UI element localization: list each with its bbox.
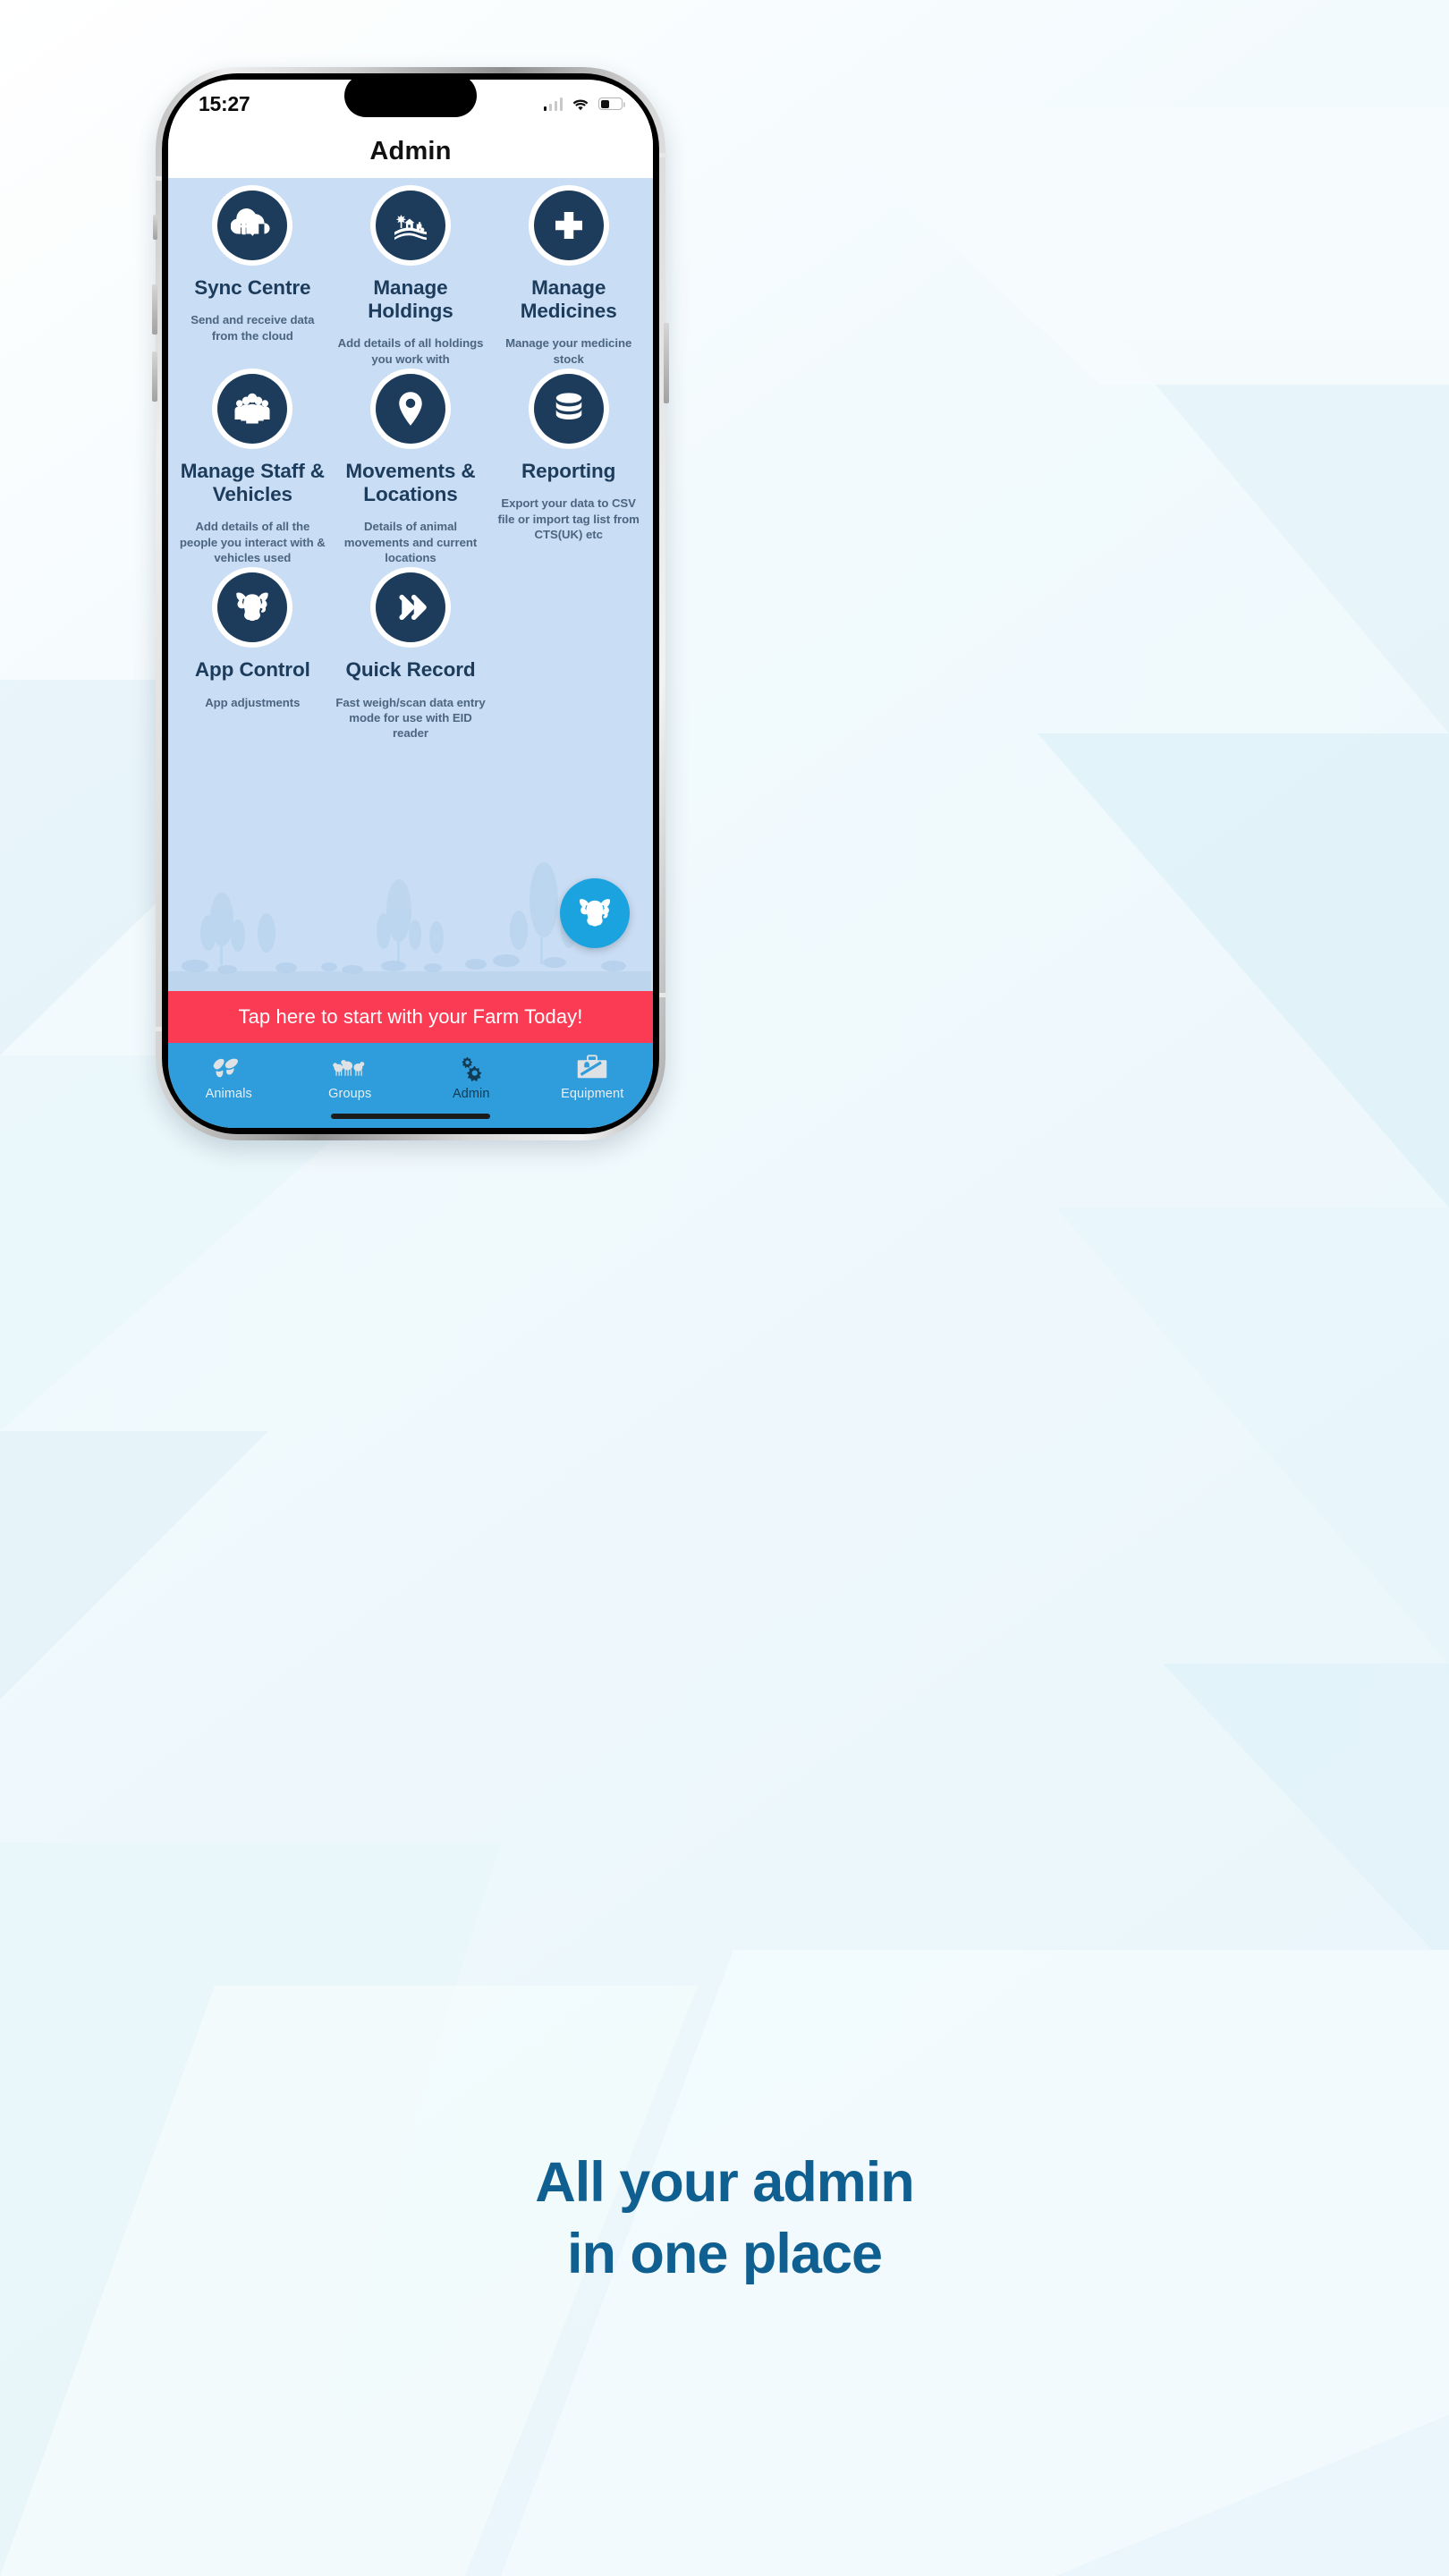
tab-admin[interactable]: Admin [411, 1055, 532, 1101]
cellular-bars-icon [543, 97, 563, 111]
status-bar-time: 15:27 [199, 91, 250, 115]
volume-up-button[interactable] [152, 284, 157, 335]
tile-subtitle: Add details of all holdings you work wit… [337, 336, 484, 366]
database-icon [533, 374, 604, 445]
farm-today-banner[interactable]: Tap here to start with your Farm Today! [168, 991, 653, 1043]
tab-label: Equipment [561, 1087, 624, 1101]
tile-title: Reporting [521, 460, 616, 483]
phone-mockup: 15:27 Admin Sync Centre Send and receive… [152, 67, 669, 1140]
silent-switch[interactable] [153, 215, 157, 240]
sheep-flock-icon [333, 1059, 365, 1076]
people-group-icon [217, 374, 288, 445]
tile-title: Sync Centre [194, 276, 311, 299]
phone-screen: 15:27 Admin Sync Centre Send and receive… [168, 80, 653, 1128]
tab-animals[interactable]: Animals [168, 1055, 290, 1101]
tile-movements-locations[interactable]: Movements & Locations Details of animal … [332, 374, 490, 565]
tile-title: Quick Record [345, 658, 476, 682]
farm-landscape-icon [375, 191, 445, 260]
medical-cross-icon [533, 191, 604, 260]
gears-icon [462, 1056, 482, 1081]
tile-manage-holdings[interactable]: Manage Holdings Add details of all holdi… [332, 191, 490, 367]
banner-text: Tap here to start with your Farm Today! [238, 1005, 583, 1028]
tile-title: Movements & Locations [345, 460, 476, 506]
tile-title: Manage Staff & Vehicles [180, 460, 325, 506]
double-chevron-right-icon [375, 572, 445, 643]
wifi-icon [572, 99, 589, 111]
tile-title: Manage Holdings [368, 276, 453, 323]
cattle-icon [213, 1058, 238, 1078]
tile-manage-medicines[interactable]: Manage Medicines Manage your medicine st… [489, 191, 648, 367]
caption-line-2: in one place [566, 2223, 883, 2285]
cow-head-icon [217, 572, 288, 643]
tile-manage-staff-vehicles[interactable]: Manage Staff & Vehicles Add details of a… [174, 374, 332, 565]
volume-down-button[interactable] [152, 352, 157, 402]
tile-subtitle: Manage your medicine stock [505, 336, 632, 366]
power-button[interactable] [664, 323, 669, 403]
home-indicator [331, 1114, 490, 1119]
marketing-caption: All your admin in one place [0, 2147, 1449, 2290]
tab-label: Animals [205, 1087, 252, 1101]
tab-groups[interactable]: Groups [290, 1055, 411, 1101]
tab-equipment[interactable]: Equipment [532, 1055, 654, 1101]
page-title: Admin [369, 136, 452, 165]
status-bar-indicators [543, 97, 625, 111]
battery-icon [598, 97, 625, 110]
tile-quick-record[interactable]: Quick Record Fast weigh/scan data entry … [332, 572, 490, 741]
quick-add-animal-fab[interactable] [560, 878, 630, 948]
tile-reporting[interactable]: Reporting Export your data to CSV file o… [489, 374, 648, 565]
bottom-tab-bar: Animals Groups Admin Equipment [168, 1043, 653, 1128]
cloud-sync-icon [217, 191, 288, 260]
tab-label: Admin [452, 1087, 490, 1101]
admin-tile-grid: Sync Centre Send and receive data from t… [168, 178, 653, 741]
tile-subtitle: Details of animal movements and current … [343, 520, 478, 565]
cow-head-icon [579, 899, 611, 927]
caption-line-1: All your admin [535, 2151, 915, 2214]
tab-label: Groups [328, 1087, 372, 1101]
tile-subtitle: Export your data to CSV file or import t… [497, 496, 640, 541]
tile-app-control[interactable]: App Control App adjustments [174, 572, 332, 741]
tile-subtitle: App adjustments [205, 695, 301, 709]
tile-subtitle: Fast weigh/scan data entry mode for use … [335, 695, 486, 741]
tile-subtitle: Add details of all the people you intera… [179, 520, 326, 565]
dynamic-island [344, 80, 477, 117]
map-pin-icon [375, 374, 445, 445]
tile-sync-centre[interactable]: Sync Centre Send and receive data from t… [174, 191, 332, 367]
tile-subtitle: Send and receive data from the cloud [191, 313, 315, 343]
tile-title: Manage Medicines [520, 276, 617, 323]
equipment-icon [578, 1055, 607, 1079]
status-bar: 15:27 [168, 80, 653, 124]
tile-title: App Control [194, 658, 310, 682]
nav-bar: Admin [168, 124, 653, 178]
admin-grid-screen: Sync Centre Send and receive data from t… [168, 178, 653, 991]
